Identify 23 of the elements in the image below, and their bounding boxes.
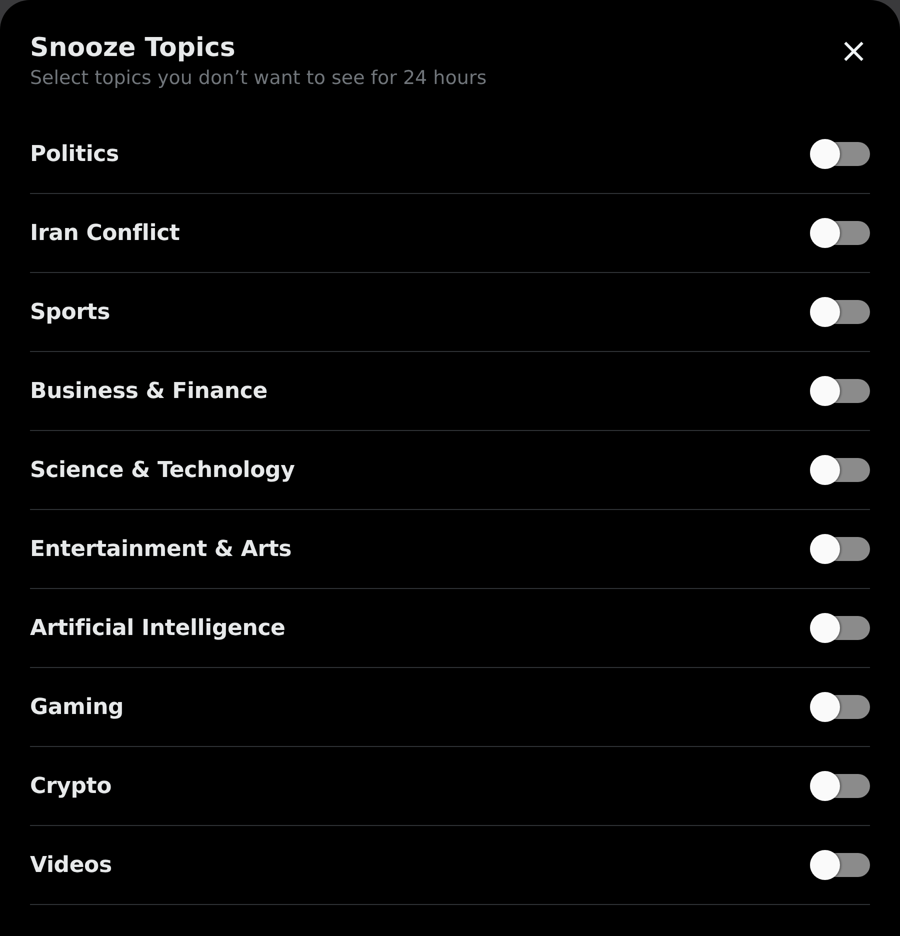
toggle-switch[interactable] [810,455,870,485]
toggle-switch[interactable] [810,771,870,801]
topic-label: Entertainment & Arts [30,536,292,562]
toggle-switch[interactable] [810,534,870,564]
close-button[interactable]: × [838,34,870,68]
toggle-switch[interactable] [810,613,870,643]
topic-label: Sports [30,300,110,324]
topic-label: Iran Conflict [30,220,180,246]
topic-label: Crypto [30,774,112,798]
toggle-switch[interactable] [810,850,870,880]
dialog-subtitle: Select topics you don’t want to see for 24 hours [30,66,487,90]
topic-label: Politics [30,142,119,166]
topic-label: Business & Finance [30,378,268,404]
topic-label: Gaming [30,694,124,720]
toggle-switch[interactable] [810,376,870,406]
toggle-switch[interactable] [810,139,870,169]
topic-label: Videos [30,852,112,878]
topic-label: Artificial Intelligence [30,616,286,640]
toggle-switch[interactable] [810,692,870,722]
toggle-switch[interactable] [810,297,870,327]
toggle-switch[interactable] [810,218,870,248]
topic-label: Science & Technology [30,458,295,482]
dialog-title: Snooze Topics [30,32,236,65]
